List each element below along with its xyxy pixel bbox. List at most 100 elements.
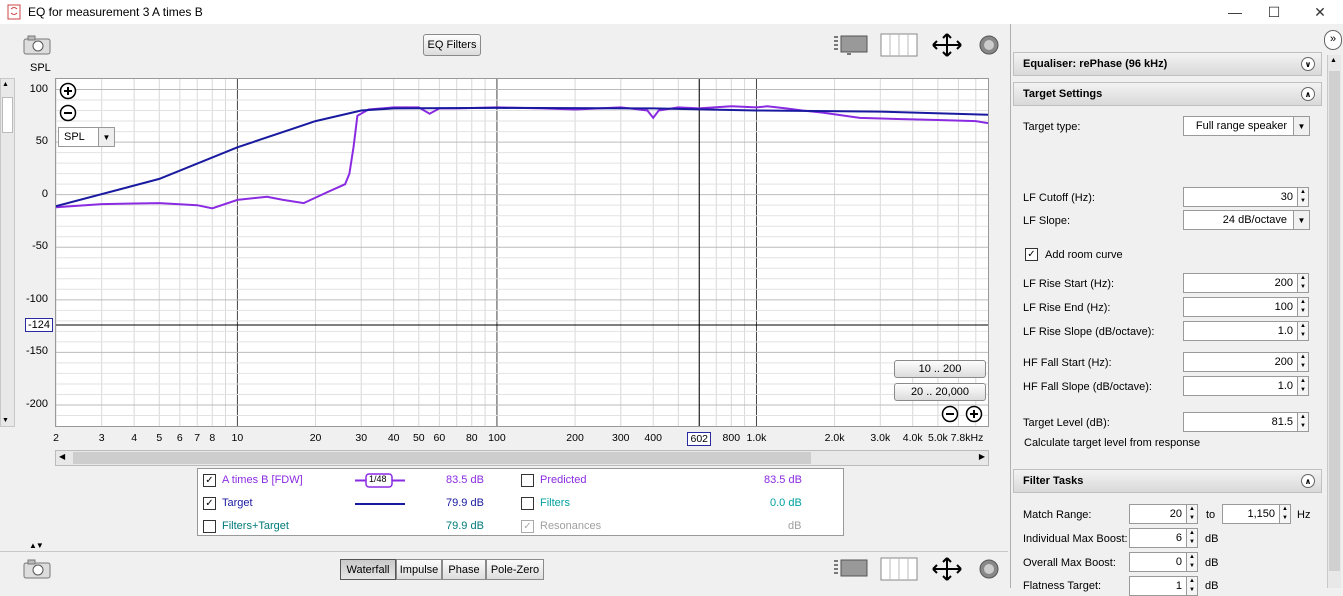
splitter-handle-icon[interactable]: ▲▼ <box>29 541 53 551</box>
bottom-move-arrows-icon[interactable] <box>929 556 965 582</box>
chevron-down-icon[interactable]: ▼ <box>1293 211 1309 229</box>
match-range-from-input[interactable]: 20 <box>1129 504 1187 524</box>
legend-checkbox-predicted[interactable] <box>521 474 534 487</box>
x-zoom-in-icon[interactable] <box>965 405 983 423</box>
lf-rise-slope-spinner[interactable]: ▲ ▼ <box>1298 321 1309 341</box>
x-tick-label: 2 <box>53 432 59 444</box>
target-settings-header[interactable]: Target Settings ∧ <box>1013 82 1322 106</box>
hf-fall-start-spinner[interactable]: ▲ ▼ <box>1298 352 1309 372</box>
x-tick-label: 200 <box>566 432 584 444</box>
zoom-out-icon[interactable] <box>59 104 77 122</box>
close-button[interactable]: ✕ <box>1297 0 1343 24</box>
x-zoom-out-icon[interactable] <box>941 405 959 423</box>
lf-rise-start-spinner[interactable]: ▲ ▼ <box>1298 273 1309 293</box>
java-app-icon <box>7 4 21 20</box>
y-tick-label: -150 <box>25 345 48 358</box>
overall-boost-label: Overall Max Boost: <box>1023 557 1116 569</box>
overall-boost-unit: dB <box>1205 557 1219 569</box>
collapse-chevron-icon[interactable]: ∧ <box>1301 474 1315 488</box>
legend-checkbox-resonances[interactable]: ✓ <box>521 520 534 533</box>
tab-phase[interactable]: Phase <box>442 559 486 580</box>
indiv-boost-input[interactable]: 6 <box>1129 528 1187 548</box>
indiv-boost-spinner[interactable]: ▲ ▼ <box>1187 528 1198 548</box>
legend-value-filters: 0.0 dB <box>770 497 802 509</box>
bottom-zoom-fit-icon[interactable] <box>831 557 871 581</box>
maximize-button[interactable]: ☐ <box>1251 0 1297 24</box>
legend-checkbox-filters[interactable] <box>521 497 534 510</box>
flatness-spinner[interactable]: ▲ ▼ <box>1187 576 1198 596</box>
lf-rise-start-input[interactable]: 200 <box>1183 273 1298 293</box>
hf-fall-slope-spinner[interactable]: ▲ ▼ <box>1298 376 1309 396</box>
x-tick-label: 20 <box>309 432 322 444</box>
chevron-down-icon[interactable]: ▼ <box>1293 117 1309 135</box>
range-20-20000-button[interactable]: 20 .. 20,000 <box>894 383 986 401</box>
collapse-chevron-icon[interactable]: ∧ <box>1301 87 1315 101</box>
lf-cutoff-input[interactable]: 30 <box>1183 187 1298 207</box>
flatness-label: Flatness Target: <box>1023 580 1102 592</box>
horizontal-scrollbar[interactable]: ◀ ▶ <box>55 450 989 466</box>
zoom-fit-icon[interactable] <box>831 33 871 57</box>
lf-slope-select[interactable]: 24 dB/octave ▼ <box>1183 210 1310 230</box>
room-curve-checkbox[interactable]: ✓ <box>1025 248 1038 261</box>
lf-rise-end-spinner[interactable]: ▲ ▼ <box>1298 297 1309 317</box>
chevron-down-icon[interactable]: ▼ <box>98 128 114 146</box>
target-type-select[interactable]: Full range speaker ▼ <box>1183 116 1310 136</box>
legend-name-predicted: Predicted <box>540 474 587 486</box>
vertical-scrollbar[interactable]: ▲ ▼ <box>0 78 15 427</box>
tab-impulse[interactable]: Impulse <box>396 559 442 580</box>
hf-fall-start-input[interactable]: 200 <box>1183 352 1298 372</box>
legend-checkbox-target[interactable]: ✓ <box>203 497 216 510</box>
scroll-thumb[interactable] <box>73 452 811 464</box>
lf-cutoff-spinner[interactable]: ▲ ▼ <box>1298 187 1309 207</box>
expand-chevron-icon[interactable]: ∨ <box>1301 57 1315 71</box>
legend-checkbox-measurement[interactable]: ✓ <box>203 474 216 487</box>
match-range-unit: Hz <box>1297 509 1311 521</box>
spl-select[interactable]: SPL ▼ <box>58 127 115 147</box>
y-tick-label: 50 <box>35 135 48 148</box>
hf-fall-slope-input[interactable]: 1.0 <box>1183 376 1298 396</box>
eq-filters-button[interactable]: EQ Filters <box>423 34 481 56</box>
indiv-boost-unit: dB <box>1205 533 1219 545</box>
lf-rise-slope-label: LF Rise Slope (dB/octave): <box>1023 326 1155 338</box>
range-10-200-button[interactable]: 10 .. 200 <box>894 360 986 378</box>
overall-boost-spinner[interactable]: ▲ ▼ <box>1187 552 1198 572</box>
panel-collapse-icon[interactable]: » <box>1324 30 1342 50</box>
match-range-to-input[interactable]: 1,150 <box>1222 504 1280 524</box>
match-range-from-spinner[interactable]: ▲ ▼ <box>1187 504 1198 524</box>
lf-rise-slope-input[interactable]: 1.0 <box>1183 321 1298 341</box>
equaliser-header[interactable]: Equaliser: rePhase (96 kHz) ∨ <box>1013 52 1322 76</box>
smoothing-indicator[interactable]: 1/48 <box>355 473 405 488</box>
y-tick-label: -124 <box>25 318 53 333</box>
calc-target-link[interactable]: Calculate target level from response <box>1024 437 1200 449</box>
legend-value-predicted: 83.5 dB <box>764 474 802 486</box>
gear-icon[interactable] <box>977 33 1001 57</box>
legend-value-target: 79.9 dB <box>446 497 484 509</box>
panel-scrollbar[interactable]: ▲ <box>1327 55 1341 588</box>
target-level-spinner[interactable]: ▲ ▼ <box>1298 412 1309 432</box>
filter-tasks-header[interactable]: Filter Tasks ∧ <box>1013 469 1322 493</box>
flatness-input[interactable]: 1 <box>1129 576 1187 596</box>
tab-pole-zero[interactable]: Pole-Zero <box>486 559 544 580</box>
bottom-gear-icon[interactable] <box>977 557 1001 581</box>
target-level-input[interactable]: 81.5 <box>1183 412 1298 432</box>
bottom-columns-icon[interactable] <box>880 557 918 581</box>
graph-plot-area[interactable]: SPL ▼ 10 .. 200 20 .. 20,000 <box>55 78 989 427</box>
bottom-camera-icon[interactable] <box>22 559 52 579</box>
tab-waterfall[interactable]: Waterfall <box>340 559 396 580</box>
hf-fall-slope-label: HF Fall Slope (dB/octave): <box>1023 381 1152 393</box>
y-tick-label: -200 <box>25 397 48 410</box>
overall-boost-input[interactable]: 0 <box>1129 552 1187 572</box>
zoom-in-icon[interactable] <box>59 82 77 100</box>
columns-icon[interactable] <box>880 33 918 57</box>
indiv-boost-label: Individual Max Boost: <box>1023 533 1128 545</box>
lf-rise-end-input[interactable]: 100 <box>1183 297 1298 317</box>
lf-slope-label: LF Slope: <box>1023 215 1071 227</box>
move-arrows-icon[interactable] <box>929 32 965 58</box>
match-range-to-spinner[interactable]: ▲ ▼ <box>1280 504 1291 524</box>
lf-cutoff-label: LF Cutoff (Hz): <box>1023 192 1095 204</box>
legend-checkbox-filters-target[interactable] <box>203 520 216 533</box>
y-tick-label: -50 <box>32 240 48 253</box>
scroll-right-icon[interactable]: ▶ <box>979 452 985 461</box>
camera-icon[interactable] <box>22 35 52 55</box>
scroll-left-icon[interactable]: ◀ <box>59 452 65 461</box>
